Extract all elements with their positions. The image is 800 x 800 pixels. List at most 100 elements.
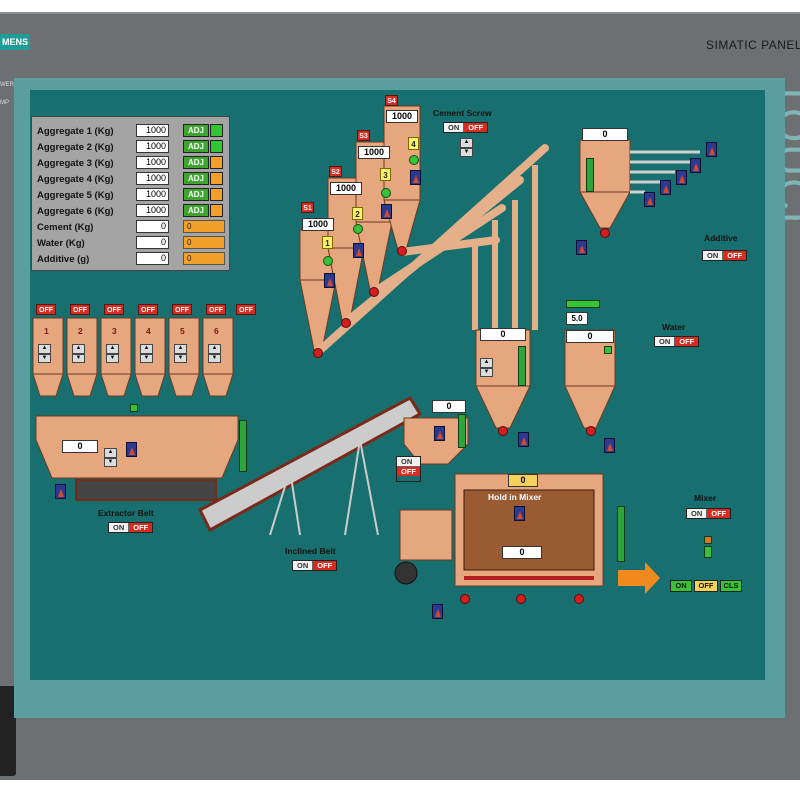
down-arrow-icon[interactable]: ▼ <box>480 367 493 377</box>
bin-stepper[interactable]: ▲ ▼ <box>72 344 85 363</box>
up-arrow-icon[interactable]: ▲ <box>208 344 221 354</box>
bin-stepper[interactable]: ▲ ▼ <box>208 344 221 363</box>
inclined-belt-label: Inclined Belt <box>285 546 336 556</box>
on-button[interactable]: ON <box>293 561 314 570</box>
motor-icon[interactable] <box>690 158 701 173</box>
motor-icon[interactable] <box>353 243 364 258</box>
off-button[interactable]: OFF <box>707 509 731 518</box>
on-button[interactable]: ON <box>444 123 465 132</box>
hopper-stepper[interactable]: ▲ ▼ <box>104 448 117 467</box>
silo-tag: S1 <box>301 202 314 213</box>
bin-stepper[interactable]: ▲ ▼ <box>140 344 153 363</box>
up-arrow-icon[interactable]: ▲ <box>72 344 85 354</box>
up-arrow-icon[interactable]: ▲ <box>460 138 473 148</box>
additive-value: 0 <box>582 128 628 141</box>
up-arrow-icon[interactable]: ▲ <box>480 358 493 368</box>
mixer-switch[interactable]: ON OFF <box>686 508 732 519</box>
extractor-belt-shape <box>75 479 217 501</box>
valve-indicator <box>586 426 596 436</box>
motor-icon[interactable] <box>676 170 687 185</box>
valve-indicator <box>574 594 584 604</box>
water-setpoint[interactable]: 5.0 <box>566 312 588 325</box>
down-arrow-icon[interactable]: ▼ <box>72 353 85 363</box>
down-arrow-icon[interactable]: ▼ <box>208 353 221 363</box>
motor-icon[interactable] <box>324 273 335 288</box>
on-button[interactable]: ON <box>109 523 130 532</box>
hopper-level-bar <box>239 420 247 472</box>
motor-icon[interactable] <box>644 192 655 207</box>
mixer-on-button[interactable]: ON <box>670 580 692 592</box>
bin-stepper[interactable]: ▲ ▼ <box>106 344 119 363</box>
on-button[interactable]: ON <box>655 337 676 346</box>
motor-icon[interactable] <box>410 170 421 185</box>
silo-value: 1000 <box>358 146 390 159</box>
off-button[interactable]: OFF <box>397 467 420 476</box>
on-button[interactable]: ON <box>687 509 708 518</box>
off-button[interactable]: OFF <box>129 523 153 532</box>
extractor-belt-switch[interactable]: ON OFF <box>108 522 154 533</box>
water-switch[interactable]: ON OFF <box>654 336 700 347</box>
valve-indicator <box>498 426 508 436</box>
up-arrow-icon[interactable]: ▲ <box>38 344 51 354</box>
up-arrow-icon[interactable]: ▲ <box>104 448 117 458</box>
valve-indicator <box>313 348 323 358</box>
additive-level-bar <box>586 158 594 192</box>
on-button[interactable]: ON <box>703 251 724 260</box>
bin-stepper[interactable]: ▲ ▼ <box>174 344 187 363</box>
bin-state-badge[interactable]: OFF <box>138 304 158 315</box>
down-arrow-icon[interactable]: ▼ <box>38 353 51 363</box>
off-button[interactable]: OFF <box>464 123 488 132</box>
up-arrow-icon[interactable]: ▲ <box>106 344 119 354</box>
motor-icon[interactable] <box>126 442 137 457</box>
off-button[interactable]: OFF <box>675 337 699 346</box>
down-arrow-icon[interactable]: ▼ <box>460 147 473 157</box>
additive-switch[interactable]: ON OFF <box>702 250 748 261</box>
weigher-stepper[interactable]: ▲ ▼ <box>480 358 493 377</box>
cement-screw-label: Cement Screw <box>433 108 492 118</box>
motor-icon[interactable] <box>514 506 525 521</box>
additive-label: Additive <box>704 233 738 243</box>
motor-icon[interactable] <box>576 240 587 255</box>
motor-icon[interactable] <box>518 432 529 447</box>
valve-indicator <box>397 246 407 256</box>
motor-icon[interactable] <box>432 604 443 619</box>
mixer-top-value: 0 <box>508 474 538 487</box>
bin-state-badge[interactable]: OFF <box>206 304 226 315</box>
silo-tag: S3 <box>357 130 370 141</box>
bin-number: 5 <box>180 326 185 336</box>
silo-number: 1 <box>322 236 333 249</box>
valve-indicator <box>516 594 526 604</box>
skip-hopper-switch[interactable]: ON OFF <box>396 456 421 482</box>
motor-icon[interactable] <box>434 426 445 441</box>
motor-icon[interactable] <box>381 204 392 219</box>
motor-icon[interactable] <box>604 438 615 453</box>
up-arrow-icon[interactable]: ▲ <box>174 344 187 354</box>
aggregate-bins-shape <box>32 317 234 397</box>
down-arrow-icon[interactable]: ▼ <box>174 353 187 363</box>
motor-icon[interactable] <box>706 142 717 157</box>
bin-state-badge[interactable]: OFF <box>70 304 90 315</box>
bin-state-badge[interactable]: OFF <box>236 304 256 315</box>
mixer-cls-button[interactable]: CLS <box>720 580 742 592</box>
mixer-status-indicator <box>704 546 712 558</box>
water-value: 0 <box>566 330 614 343</box>
motor-icon[interactable] <box>55 484 66 499</box>
bin-stepper[interactable]: ▲ ▼ <box>38 344 51 363</box>
down-arrow-icon[interactable]: ▼ <box>106 353 119 363</box>
inclined-belt-switch[interactable]: ON OFF <box>292 560 338 571</box>
up-arrow-icon[interactable]: ▲ <box>140 344 153 354</box>
off-button[interactable]: OFF <box>313 561 337 570</box>
bin-state-badge[interactable]: OFF <box>172 304 192 315</box>
water-tank-shape <box>564 329 616 429</box>
discharge-arrow <box>618 562 660 594</box>
bin-state-badge[interactable]: OFF <box>36 304 56 315</box>
mixer-off-button[interactable]: OFF <box>694 580 718 592</box>
on-button[interactable]: ON <box>397 457 420 467</box>
cement-screw-switch[interactable]: ON OFF <box>443 122 489 133</box>
down-arrow-icon[interactable]: ▼ <box>104 457 117 467</box>
bin-state-badge[interactable]: OFF <box>104 304 124 315</box>
off-button[interactable]: OFF <box>723 251 747 260</box>
screw-stepper[interactable]: ▲ ▼ <box>460 138 473 157</box>
down-arrow-icon[interactable]: ▼ <box>140 353 153 363</box>
motor-icon[interactable] <box>660 180 671 195</box>
